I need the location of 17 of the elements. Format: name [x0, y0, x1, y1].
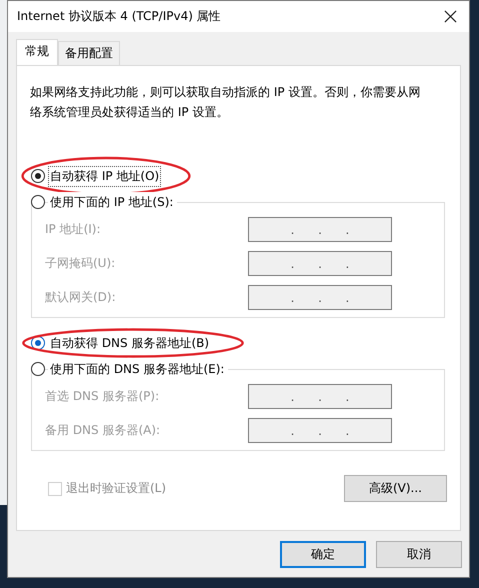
radio-label[interactable]: 自动获得 IP 地址(O)	[48, 166, 162, 186]
field-label: 默认网关(D):	[45, 289, 116, 306]
close-icon[interactable]	[444, 10, 457, 23]
field-label: 备用 DNS 服务器(A):	[45, 422, 160, 439]
window-title: Internet 协议版本 4 (TCP/IPv4) 属性	[17, 8, 221, 25]
tab[interactable]: 备用配置	[58, 41, 120, 65]
field-label: 首选 DNS 服务器(P):	[45, 388, 160, 405]
radio-button[interactable]	[31, 169, 45, 183]
ok-button[interactable]: 确定	[280, 541, 366, 568]
field-label: IP 地址(I):	[45, 221, 101, 238]
tab[interactable]: 常规	[16, 39, 58, 66]
description-text: 如果网络支持此功能，则可以获取自动指派的 IP 设置。否则，你需要从网络系统管理员处获得适当的 IP 设置。	[30, 84, 422, 121]
advanced-button[interactable]: 高级(V)...	[344, 475, 447, 502]
field-label: 子网掩码(U):	[45, 255, 116, 272]
cancel-button[interactable]: 取消	[376, 541, 462, 568]
radio-button[interactable]	[31, 195, 45, 209]
radio-button[interactable]	[31, 362, 45, 376]
